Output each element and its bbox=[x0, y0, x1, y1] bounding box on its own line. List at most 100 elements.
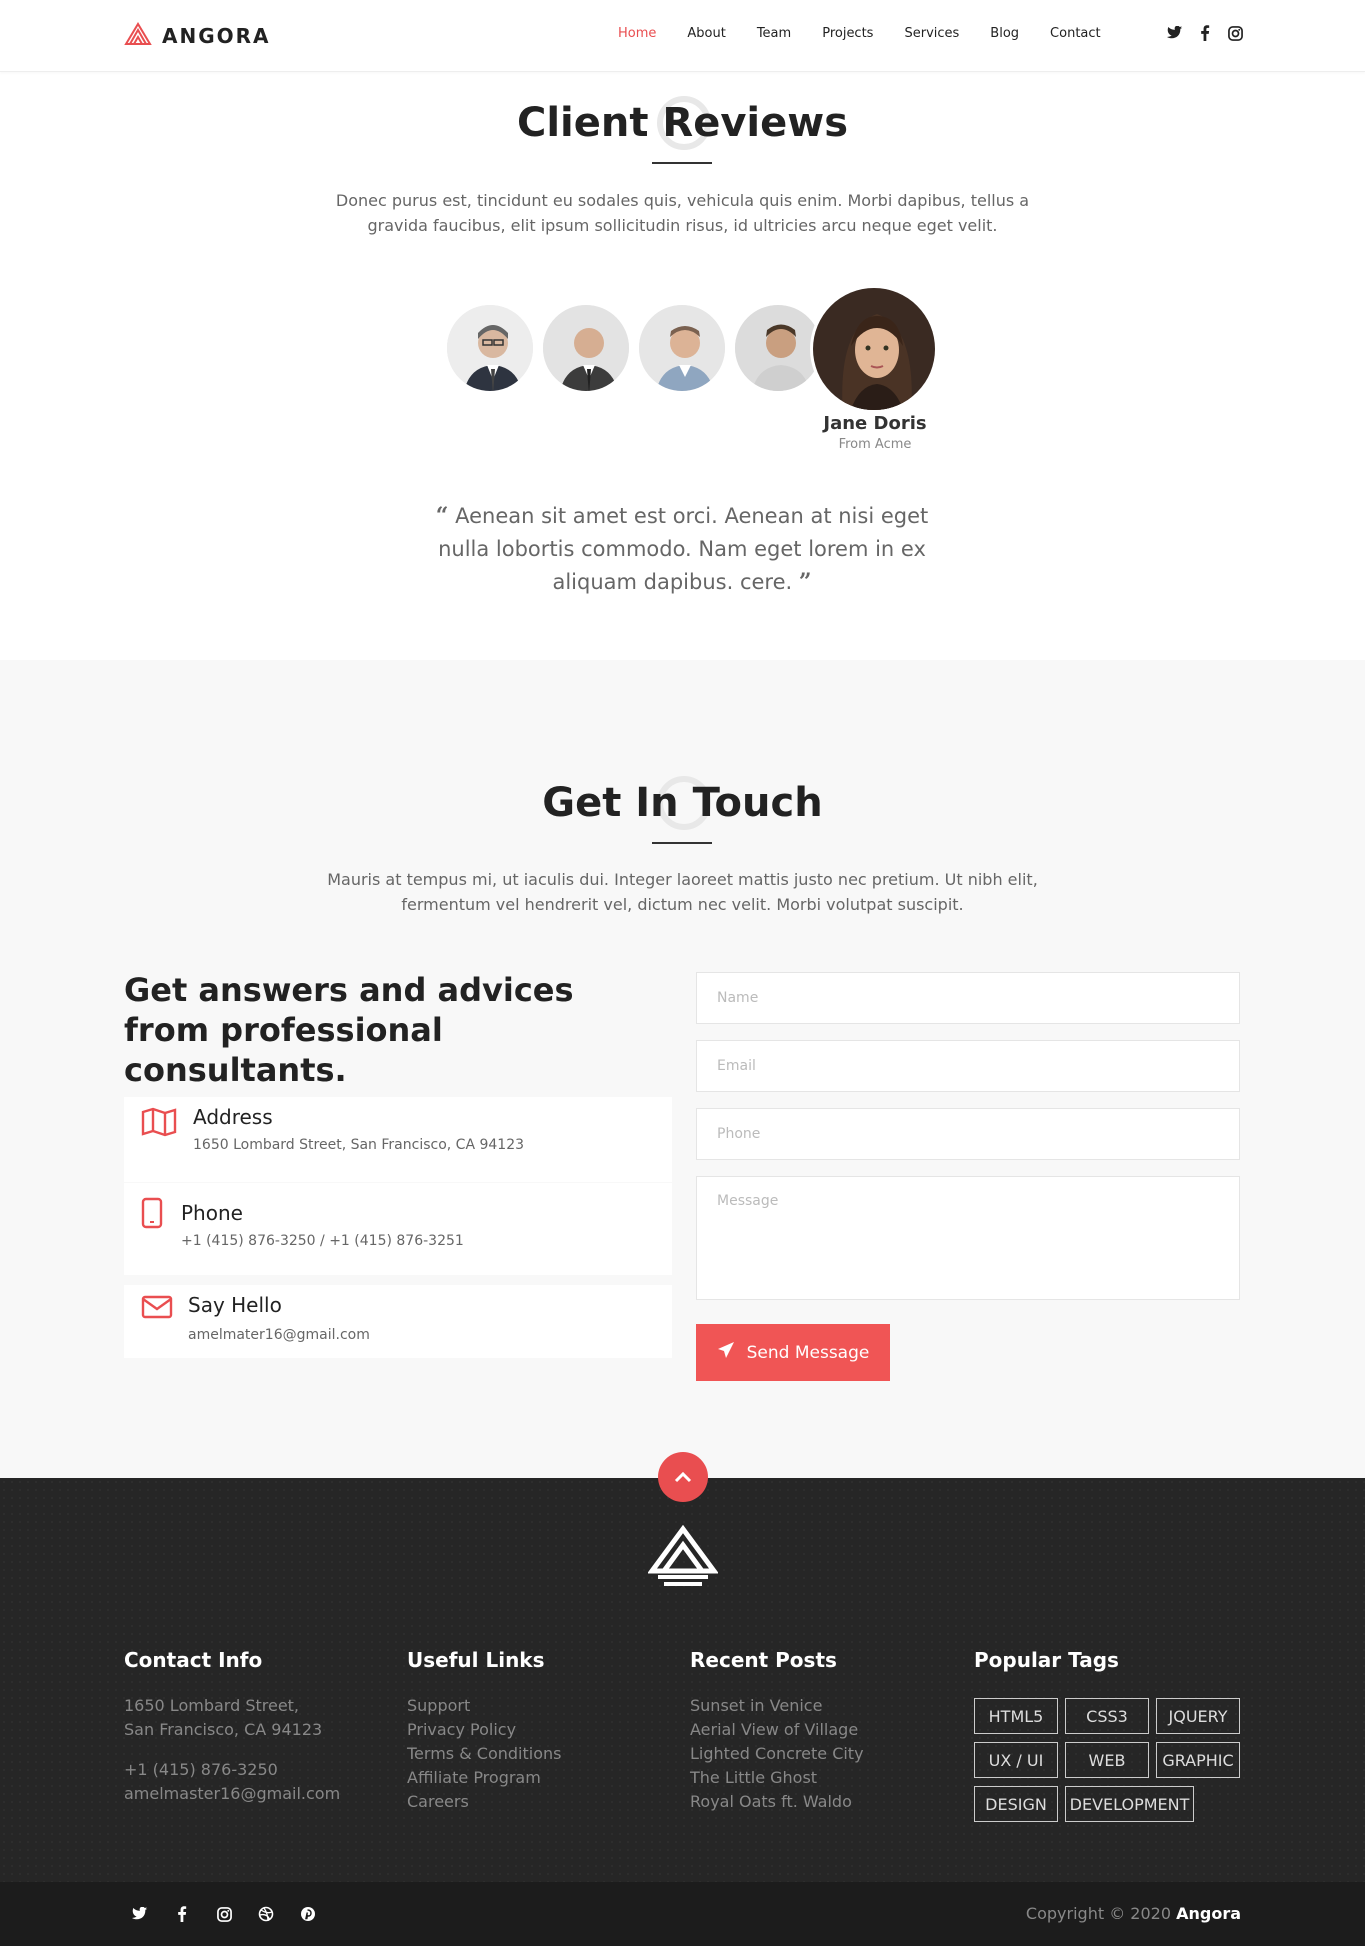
nav-blog[interactable]: Blog bbox=[990, 26, 1019, 41]
footer-post-link[interactable]: Royal Oats ft. Waldo bbox=[690, 1790, 940, 1814]
site-header: ANGORA Home About Team Projects Services… bbox=[0, 0, 1365, 72]
reviewer-name: Jane Doris bbox=[823, 413, 927, 434]
footer-tags-column: Popular Tags bbox=[974, 1648, 1242, 1694]
message-field[interactable] bbox=[696, 1176, 1240, 1300]
tag-design[interactable]: DESIGN bbox=[974, 1786, 1058, 1822]
phone-card: Phone +1 (415) 876-3250 / +1 (415) 876-3… bbox=[124, 1183, 672, 1275]
touch-subtitle-1: Mauris at tempus mi, ut iaculis dui. Int… bbox=[327, 870, 1038, 889]
pinterest-icon[interactable] bbox=[298, 1904, 318, 1924]
footer-posts-column: Recent Posts Sunset in Venice Aerial Vie… bbox=[690, 1648, 940, 1814]
tag-ux-ui[interactable]: UX / UI bbox=[974, 1742, 1058, 1778]
footer-link-affiliate[interactable]: Affiliate Program bbox=[407, 1766, 657, 1790]
client-avatar-2[interactable] bbox=[540, 302, 632, 394]
footer-link-support[interactable]: Support bbox=[407, 1694, 657, 1718]
angora-logo-icon bbox=[124, 22, 152, 50]
brand-name: ANGORA bbox=[162, 24, 271, 48]
facebook-icon[interactable] bbox=[172, 1904, 192, 1924]
footer-bottom-bar: Copyright © 2020 Angora bbox=[0, 1882, 1365, 1946]
contact-heading: Get answers and advices from professiona… bbox=[124, 971, 574, 1089]
nav-projects[interactable]: Projects bbox=[822, 26, 873, 41]
quote-close-icon: ” bbox=[798, 569, 812, 595]
name-input[interactable] bbox=[697, 973, 1239, 1023]
quote-open-icon: “ bbox=[435, 503, 449, 529]
footer-social bbox=[130, 1904, 318, 1924]
dribbble-icon[interactable] bbox=[256, 1904, 276, 1924]
twitter-icon[interactable] bbox=[1166, 24, 1184, 42]
footer-post-link[interactable]: The Little Ghost bbox=[690, 1766, 940, 1790]
footer-posts-title: Recent Posts bbox=[690, 1648, 837, 1672]
tag-html5[interactable]: HTML5 bbox=[974, 1698, 1058, 1734]
nav-team[interactable]: Team bbox=[757, 26, 791, 41]
map-icon bbox=[141, 1107, 177, 1141]
client-avatar-3[interactable] bbox=[636, 302, 728, 394]
main-nav: Home About Team Projects Services Blog C… bbox=[618, 26, 1365, 41]
email-text: amelmater16@gmail.com bbox=[188, 1327, 370, 1343]
email-field[interactable] bbox=[696, 1040, 1240, 1092]
twitter-icon[interactable] bbox=[130, 1904, 150, 1924]
address-card: Address 1650 Lombard Street, San Francis… bbox=[124, 1097, 672, 1182]
email-input[interactable] bbox=[697, 1041, 1239, 1091]
header-social bbox=[1166, 24, 1244, 42]
footer-contact-email: amelmaster16@gmail.com bbox=[124, 1784, 341, 1803]
phone-field[interactable] bbox=[696, 1108, 1240, 1160]
instagram-icon[interactable] bbox=[1226, 24, 1244, 42]
footer-contact-phone: +1 (415) 876-3250 bbox=[124, 1760, 278, 1779]
footer-post-link[interactable]: Aerial View of Village bbox=[690, 1718, 940, 1742]
brand-logo[interactable]: ANGORA bbox=[124, 22, 271, 50]
footer-contact-line-2: San Francisco, CA 94123 bbox=[124, 1720, 323, 1739]
email-card: Say Hello amelmater16@gmail.com bbox=[124, 1285, 672, 1358]
nav-about[interactable]: About bbox=[687, 26, 725, 41]
footer-contact-column: Contact Info 1650 Lombard Street, San Fr… bbox=[124, 1648, 374, 1806]
reviews-subtitle-1: Donec purus est, tincidunt eu sodales qu… bbox=[335, 191, 1030, 210]
phone-text: +1 (415) 876-3250 / +1 (415) 876-3251 bbox=[181, 1233, 464, 1249]
reviews-title: Client Reviews bbox=[516, 100, 849, 146]
hello-title: Say Hello bbox=[188, 1293, 282, 1317]
nav-contact[interactable]: Contact bbox=[1050, 26, 1101, 41]
reviews-title-underline bbox=[652, 162, 712, 164]
touch-title-underline bbox=[652, 842, 712, 844]
footer-contact-line-1: 1650 Lombard Street, bbox=[124, 1696, 300, 1715]
review-quote: “ Aenean sit amet est orci. Aenean at ni… bbox=[412, 500, 952, 599]
send-message-button[interactable]: Send Message bbox=[696, 1324, 890, 1381]
send-message-label: Send Message bbox=[746, 1342, 870, 1363]
tag-jquery[interactable]: JQUERY bbox=[1156, 1698, 1240, 1734]
touch-subtitle-2: fermentum vel hendrerit vel, dictum nec … bbox=[401, 895, 964, 914]
client-avatar-active[interactable] bbox=[810, 285, 938, 413]
nav-home[interactable]: Home bbox=[618, 26, 656, 41]
touch-title: Get In Touch bbox=[542, 780, 823, 826]
review-quote-text: Aenean sit amet est orci. Aenean at nisi… bbox=[438, 504, 929, 594]
reviewer-company: From Acme bbox=[838, 437, 912, 452]
chevron-up-icon bbox=[674, 1468, 692, 1487]
footer-post-link[interactable]: Sunset in Venice bbox=[690, 1694, 940, 1718]
footer-links-column: Useful Links Support Privacy Policy Term… bbox=[407, 1648, 657, 1814]
footer-link-terms[interactable]: Terms & Conditions bbox=[407, 1742, 657, 1766]
facebook-icon[interactable] bbox=[1196, 24, 1214, 42]
footer-link-careers[interactable]: Careers bbox=[407, 1790, 657, 1814]
client-avatar-1[interactable] bbox=[444, 302, 536, 394]
message-textarea[interactable] bbox=[697, 1177, 1239, 1299]
tag-web[interactable]: WEB bbox=[1065, 1742, 1149, 1778]
tag-cloud: HTML5 CSS3 JQUERY UX / UI WEB GRAPHIC DE… bbox=[974, 1698, 1242, 1822]
scroll-to-top-button[interactable] bbox=[658, 1452, 708, 1502]
copyright-brand[interactable]: Angora bbox=[1176, 1904, 1241, 1923]
address-title: Address bbox=[193, 1105, 273, 1129]
reviews-subtitle-2: gravida faucibus, elit ipsum sollicitudi… bbox=[367, 216, 998, 235]
footer-contact-title: Contact Info bbox=[124, 1648, 263, 1672]
address-text: 1650 Lombard Street, San Francisco, CA 9… bbox=[193, 1137, 525, 1153]
footer-post-link[interactable]: Lighted Concrete City bbox=[690, 1742, 940, 1766]
review-avatars bbox=[0, 285, 1365, 415]
name-field[interactable] bbox=[696, 972, 1240, 1024]
phone-title: Phone bbox=[181, 1201, 243, 1225]
footer-link-privacy[interactable]: Privacy Policy bbox=[407, 1718, 657, 1742]
footer-links-title: Useful Links bbox=[407, 1648, 545, 1672]
mobile-phone-icon bbox=[141, 1197, 163, 1233]
phone-input[interactable] bbox=[697, 1109, 1239, 1159]
tag-css3[interactable]: CSS3 bbox=[1065, 1698, 1149, 1734]
nav-services[interactable]: Services bbox=[904, 26, 959, 41]
tag-development[interactable]: DEVELOPMENT bbox=[1065, 1786, 1194, 1822]
copyright: Copyright © 2020 Angora bbox=[1026, 1904, 1241, 1923]
instagram-icon[interactable] bbox=[214, 1904, 234, 1924]
paper-plane-icon bbox=[717, 1341, 735, 1364]
tag-graphic[interactable]: GRAPHIC bbox=[1156, 1742, 1240, 1778]
envelope-icon bbox=[141, 1295, 173, 1323]
